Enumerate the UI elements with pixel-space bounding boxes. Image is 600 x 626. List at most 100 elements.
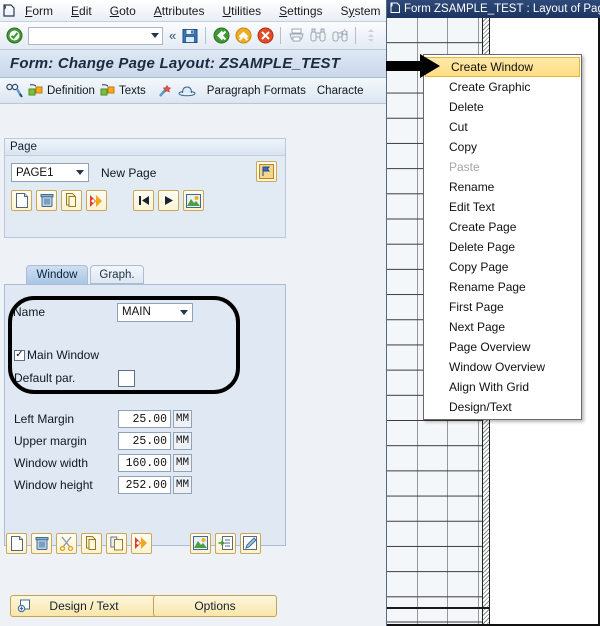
context-menu-item-create-window[interactable]: Create Window	[425, 57, 580, 77]
design-text-button[interactable]: Design / Text	[10, 595, 158, 617]
window-overview-button[interactable]	[215, 532, 236, 554]
context-menu-item-delete-page[interactable]: Delete Page	[424, 237, 581, 257]
menu-item-form[interactable]: FFormorm	[16, 2, 62, 20]
context-menu-item-copy[interactable]: Copy	[424, 137, 581, 157]
context-menu-item-delete[interactable]: Delete	[424, 97, 581, 117]
red-cancel-icon[interactable]	[255, 26, 275, 46]
hat-icon[interactable]	[178, 83, 196, 98]
yellow-exit-up-icon[interactable]	[233, 26, 253, 46]
main-window-checkbox[interactable]: ✓	[14, 349, 25, 361]
character-formats-button[interactable]: Characte	[317, 85, 364, 97]
default-par-label: Default par.	[14, 371, 76, 385]
window-height-unit: MM	[173, 476, 192, 494]
edit-text-icon	[243, 536, 257, 550]
context-menu-item-first-page[interactable]: First Page	[424, 297, 581, 317]
rename-window-button[interactable]	[131, 532, 152, 554]
tab-graph[interactable]: Graph.	[90, 265, 144, 284]
context-menu-item-page-overview[interactable]: Page Overview	[424, 337, 581, 357]
window-height-input[interactable]: 252.00	[118, 476, 171, 494]
window-width-label: Window width	[14, 456, 89, 470]
context-menu-item-next-page[interactable]: Next Page	[424, 317, 581, 337]
menu-item-edit[interactable]: Edit	[62, 2, 101, 20]
copy-page-button[interactable]	[61, 190, 82, 211]
page-group-header: Page	[5, 139, 285, 156]
context-menu-item-rename-page[interactable]: Rename Page	[424, 277, 581, 297]
chevron-down-icon[interactable]	[180, 309, 188, 315]
context-menu: Create Window Create Graphic Delete Cut …	[423, 54, 582, 420]
upper-margin-input[interactable]: 25.00	[118, 432, 171, 450]
menu-item-system[interactable]: System	[332, 2, 386, 20]
magic-wand-icon[interactable]	[157, 83, 173, 99]
context-menu-item-design-text[interactable]: Design/Text	[424, 397, 581, 417]
context-menu-item-window-overview[interactable]: Window Overview	[424, 357, 581, 377]
edit-text-button[interactable]	[240, 532, 261, 554]
command-field[interactable]	[28, 26, 163, 45]
delete-window-button[interactable]	[31, 532, 52, 554]
page-select[interactable]: PAGE1	[11, 163, 89, 182]
default-par-checkbox[interactable]	[118, 369, 135, 387]
sap-window-icon	[390, 2, 401, 16]
window-height-row: Window height 252.00 MM	[5, 475, 285, 495]
tab-graph-label: Graph.	[99, 268, 135, 281]
binoculars-find-icon[interactable]	[308, 26, 328, 46]
form-painter-canvas[interactable]: Create Window Create Graphic Delete Cut …	[387, 18, 600, 626]
menu-item-settings[interactable]: Settings	[270, 2, 331, 20]
main-window-row: ✓ Main Window	[5, 345, 285, 365]
scissors-cut-icon	[59, 536, 74, 551]
chevron-down-icon[interactable]	[76, 170, 84, 175]
left-margin-input[interactable]: 25.00	[118, 410, 171, 428]
create-window-button[interactable]	[6, 532, 27, 554]
window-name-row: Name MAIN	[5, 302, 285, 322]
green-back-icon[interactable]	[211, 26, 231, 46]
context-menu-item-rename[interactable]: Rename	[424, 177, 581, 197]
menu-item-goto[interactable]: Goto	[101, 2, 145, 20]
options-button[interactable]: Options	[153, 595, 277, 617]
window-name-select[interactable]: MAIN	[117, 302, 193, 322]
double-chevron-left-icon[interactable]: «	[167, 28, 178, 43]
context-menu-item-create-page[interactable]: Create Page	[424, 217, 581, 237]
page-button-row	[5, 182, 285, 211]
scroll-first-page-icon[interactable]	[361, 26, 381, 46]
delete-page-button[interactable]	[36, 190, 57, 211]
texts-icon	[100, 84, 115, 96]
window-width-input[interactable]: 160.00	[118, 454, 171, 472]
green-check-enter-icon[interactable]	[4, 26, 24, 46]
design-text-label: Design / Text	[49, 599, 119, 613]
screenshot-root: FFormorm Edit Goto Attributes Utilities …	[0, 0, 600, 626]
create-page-button[interactable]	[11, 190, 32, 211]
rename-page-icon	[90, 194, 102, 207]
menu-item-attributes[interactable]: Attributes	[145, 2, 214, 20]
new-window-icon	[10, 535, 23, 551]
paste-window-button[interactable]	[106, 532, 127, 554]
glasses-display-icon[interactable]	[5, 83, 23, 99]
floppy-save-icon[interactable]	[180, 26, 200, 46]
tab-window[interactable]: Window	[26, 265, 88, 284]
definition-icon	[28, 84, 43, 96]
standard-toolbar: «	[0, 22, 386, 50]
texts-button[interactable]: Texts	[100, 83, 146, 98]
page-select-value: PAGE1	[16, 166, 54, 179]
page-flag-icon	[259, 164, 274, 179]
cut-window-button[interactable]	[56, 532, 77, 554]
rename-page-button[interactable]	[86, 190, 107, 211]
copy-window-button[interactable]	[81, 532, 102, 554]
page-flag-button[interactable]	[256, 161, 277, 182]
page-graphic-button[interactable]	[183, 190, 204, 211]
context-menu-item-edit-text[interactable]: Edit Text	[424, 197, 581, 217]
binoculars-find-next-icon[interactable]	[330, 26, 350, 46]
context-menu-item-cut[interactable]: Cut	[424, 117, 581, 137]
tab-window-label: Window	[36, 269, 78, 281]
first-page-button[interactable]	[133, 190, 154, 211]
next-page-button[interactable]	[158, 190, 179, 211]
printer-icon[interactable]	[286, 26, 306, 46]
paragraph-formats-button[interactable]: Paragraph Formats	[207, 85, 306, 97]
window-graphic-button[interactable]	[190, 532, 211, 554]
definition-button[interactable]: Definition	[28, 83, 95, 98]
context-menu-item-align-with-grid[interactable]: Align With Grid	[424, 377, 581, 397]
menu-item-utilities[interactable]: Utilities	[213, 2, 270, 20]
context-menu-item-create-graphic[interactable]: Create Graphic	[424, 77, 581, 97]
window-height-label: Window height	[14, 478, 93, 492]
chevron-down-icon[interactable]	[151, 33, 159, 38]
first-page-icon	[138, 196, 149, 205]
context-menu-item-copy-page[interactable]: Copy Page	[424, 257, 581, 277]
